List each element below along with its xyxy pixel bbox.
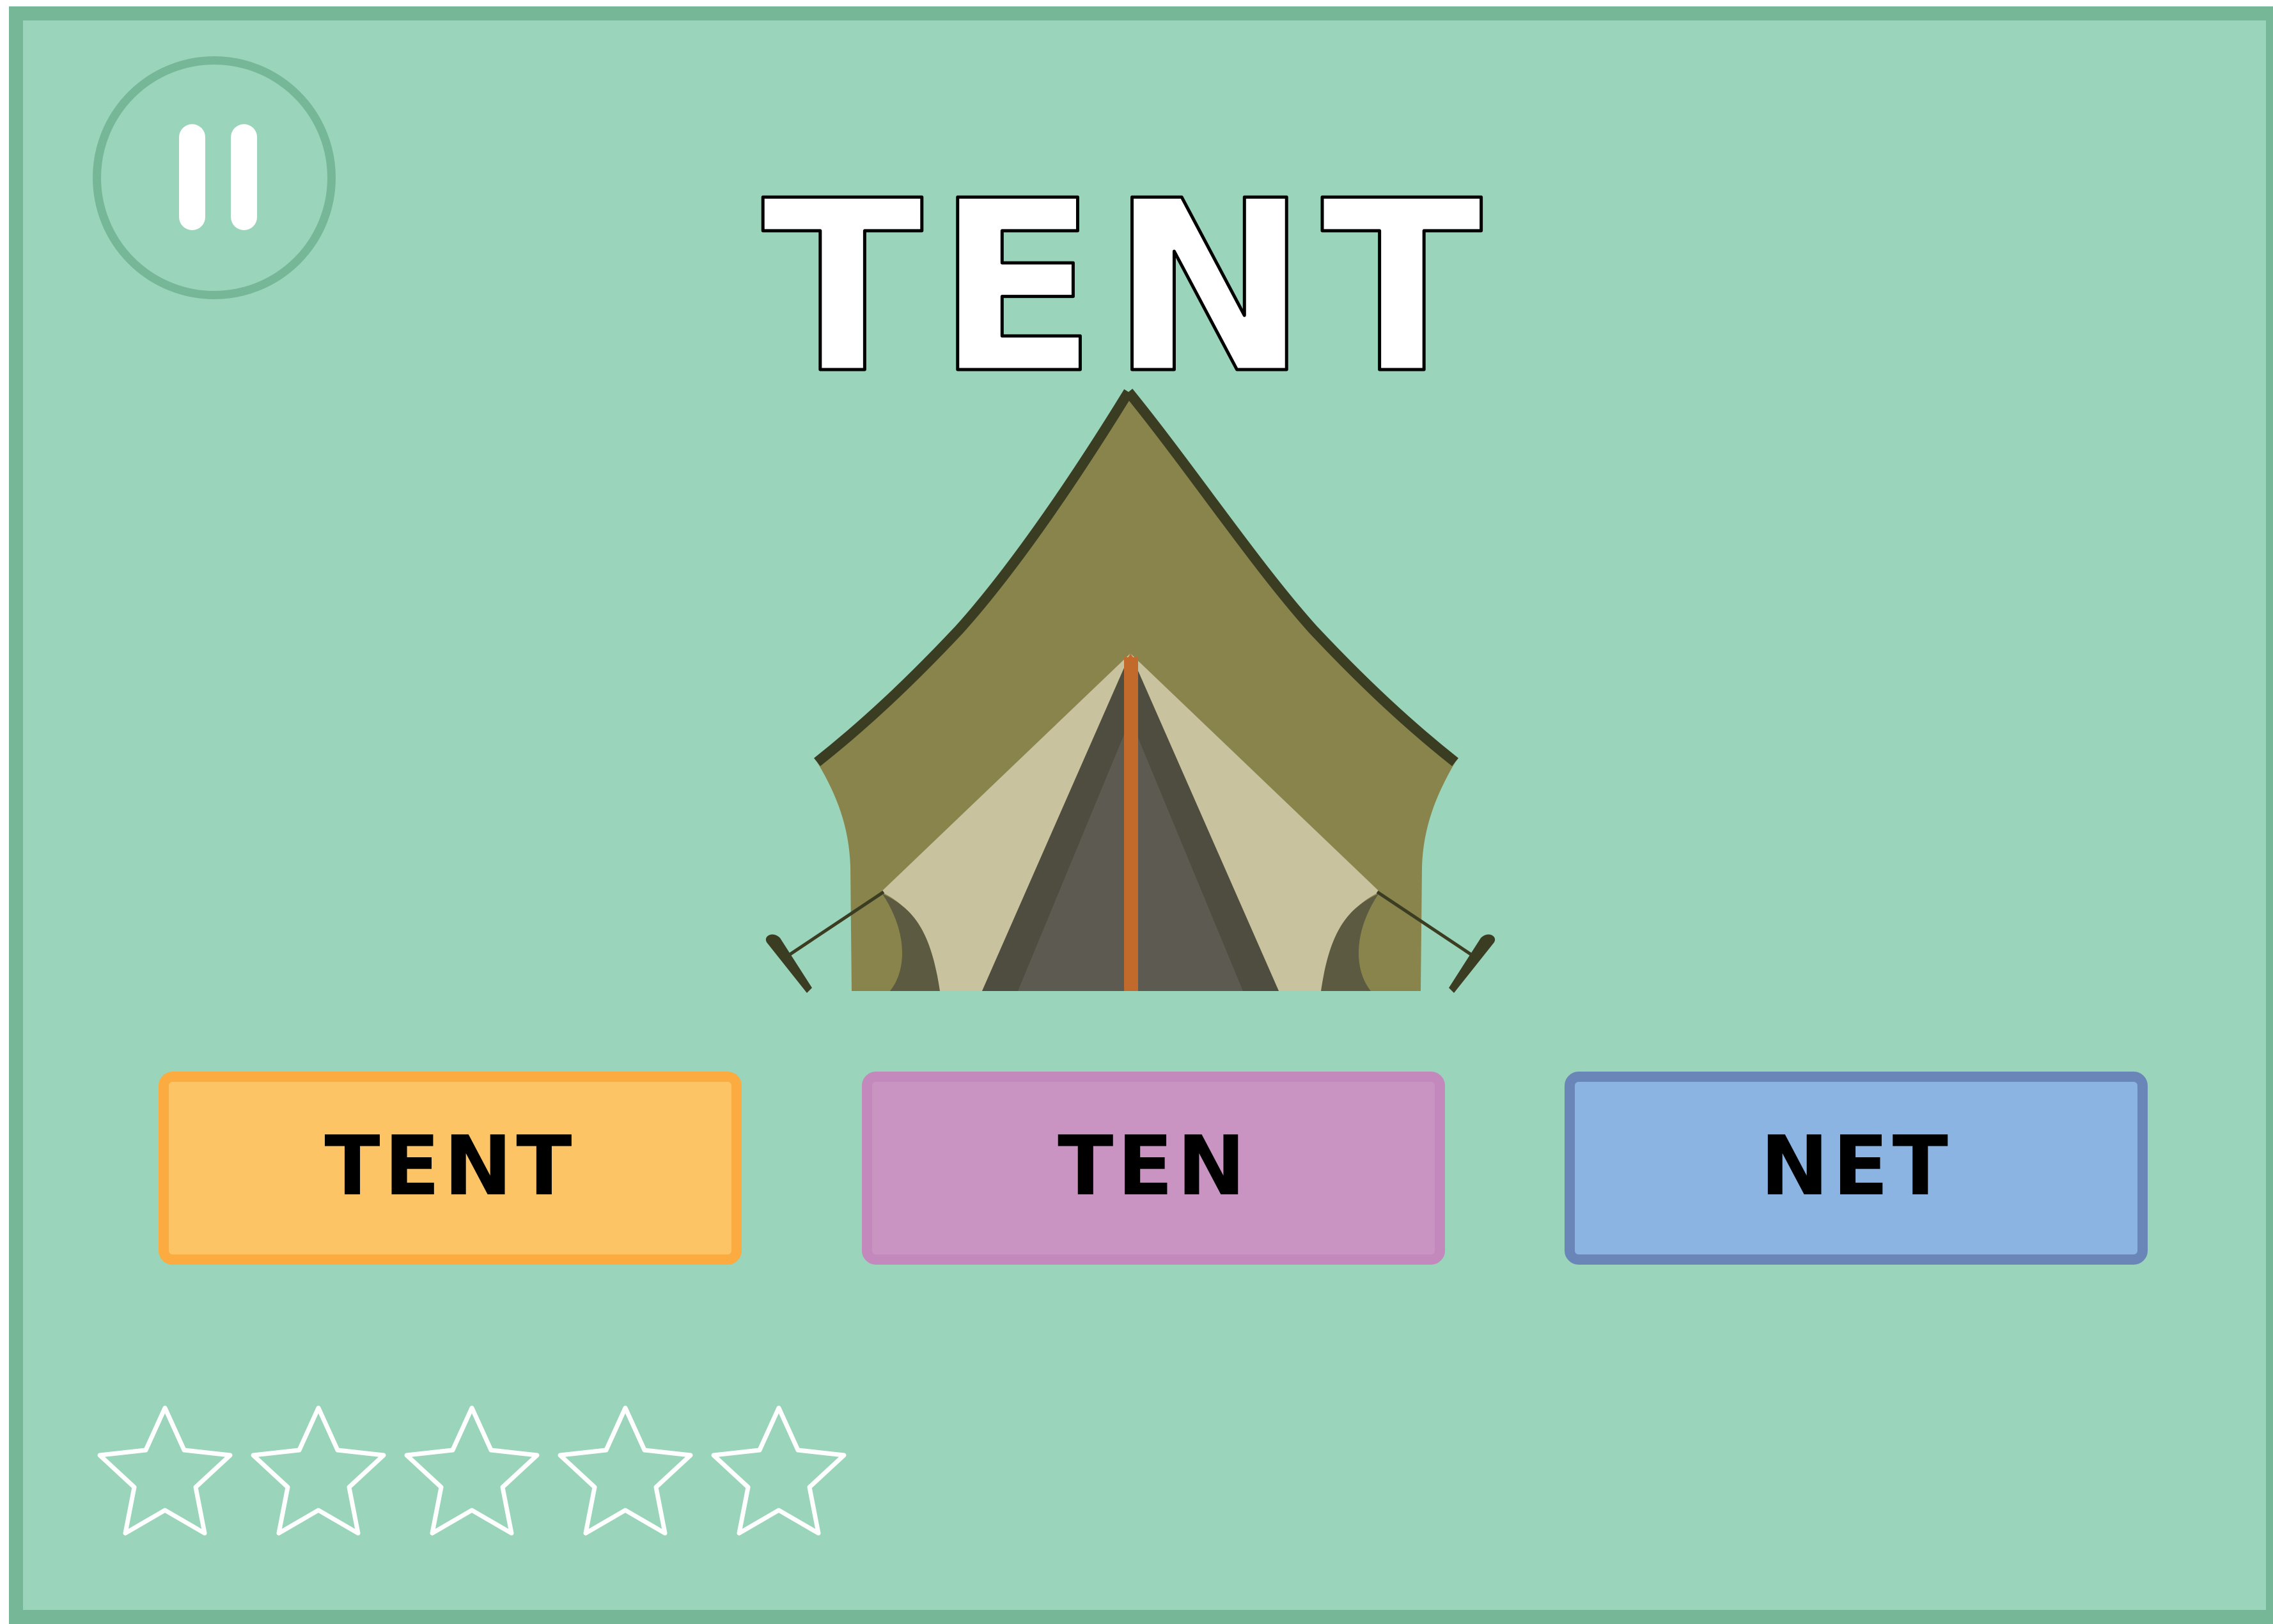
target-word-title: TENT — [760, 166, 1495, 396]
star-outline-icon — [558, 1405, 693, 1536]
tent-image — [765, 388, 1496, 993]
choice-button-ten[interactable]: TEN — [862, 1072, 1445, 1265]
tent-pole — [1124, 657, 1138, 991]
star-outline-icon — [711, 1405, 847, 1536]
choice-label: NET — [1760, 1118, 1952, 1214]
star-outline-icon — [251, 1405, 386, 1536]
choice-label: TENT — [324, 1118, 576, 1214]
choice-label: TEN — [1058, 1118, 1249, 1214]
star-outline-icon — [404, 1405, 540, 1536]
choice-button-tent[interactable]: TENT — [159, 1072, 742, 1265]
choice-button-net[interactable]: NET — [1565, 1072, 2148, 1265]
star-rating — [90, 1400, 857, 1554]
star-outline-icon — [97, 1405, 233, 1536]
target-word-text: TENT — [762, 166, 1495, 396]
